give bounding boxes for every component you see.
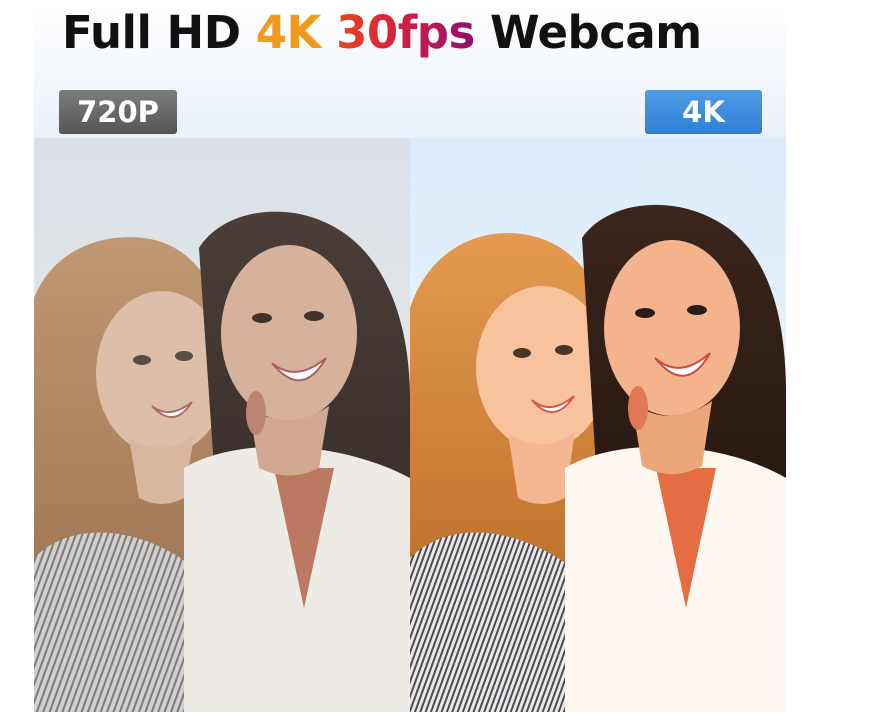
badge-720p: 720P — [59, 90, 177, 134]
title-part-4k: 4K — [255, 6, 322, 59]
title-part-full-hd: Full HD — [62, 6, 241, 59]
comparison-photo-4k — [410, 138, 786, 712]
comparison-photo-720p — [34, 138, 410, 712]
badge-4k: 4K — [645, 90, 762, 134]
title-part-30fps: 30fps — [336, 6, 475, 59]
title-part-webcam: Webcam — [489, 6, 702, 59]
page-title: Full HD 4K 30fps Webcam — [62, 6, 702, 59]
